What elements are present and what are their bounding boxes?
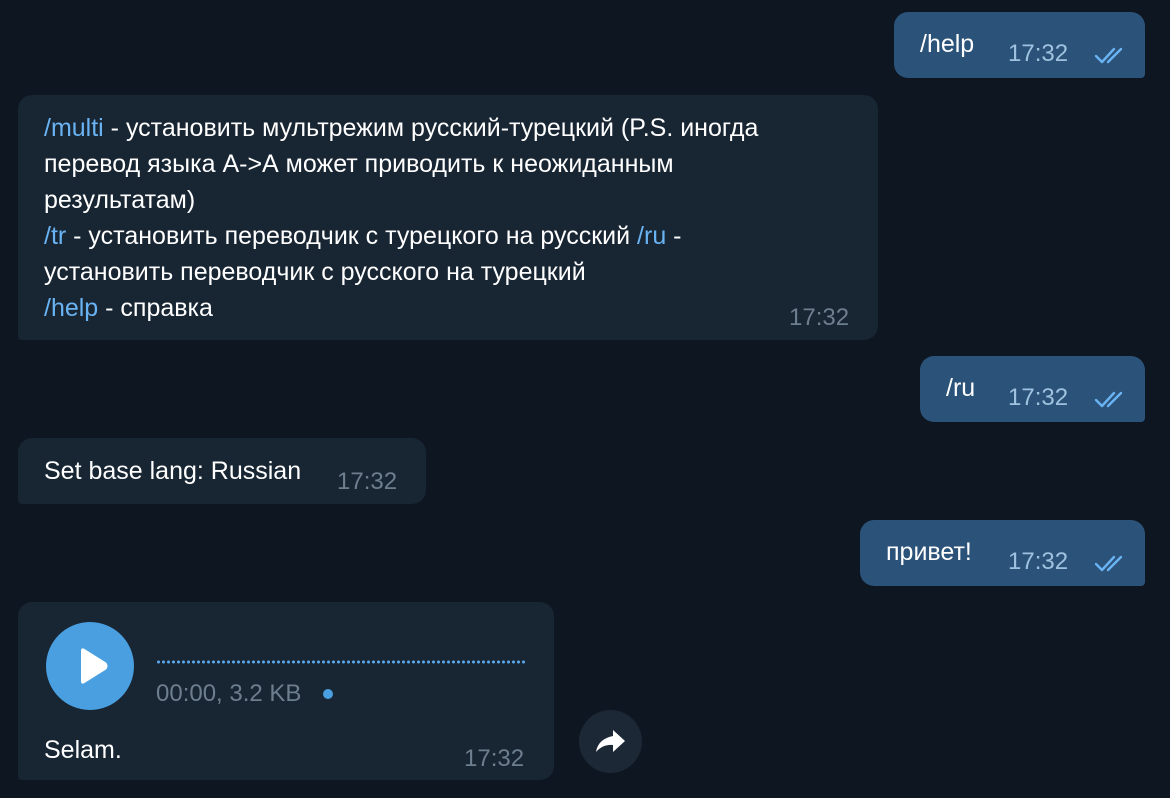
unplayed-indicator: [323, 689, 333, 699]
message-time: 17:32: [1008, 548, 1069, 575]
line-2: перевод языка А->А может приводить к нео…: [44, 150, 674, 178]
command-link-ru[interactable]: /ru: [637, 222, 666, 250]
command-link-help[interactable]: /help: [44, 294, 98, 322]
line-1-text: - установить мультрежим русский-турецкий…: [103, 114, 759, 142]
message-text: привет!: [886, 538, 972, 566]
message-incoming-set-lang[interactable]: Set base lang: Russian 17:32: [18, 438, 426, 504]
message-incoming-help-text[interactable]: /multi - установить мультрежим русский-т…: [18, 95, 878, 340]
line-4: /tr - установить переводчик с турецкого …: [44, 218, 864, 254]
line-6: /help - справка: [44, 290, 864, 326]
voice-waveform[interactable]: [156, 660, 526, 664]
line-6-text: - справка: [98, 294, 213, 322]
command-link-multi[interactable]: /multi: [44, 114, 104, 142]
double-check-icon: [1094, 391, 1123, 408]
command-link-tr[interactable]: /tr: [44, 222, 66, 250]
line-4-text: - установить переводчик с турецкого на р…: [66, 222, 638, 250]
share-button[interactable]: [579, 710, 642, 773]
message-incoming-voice[interactable]: 00:00, 3.2 KB Selam. 17:32: [18, 602, 554, 780]
message-text: Set base lang: Russian: [44, 457, 302, 485]
line-1: /multi - установить мультрежим русский-т…: [44, 110, 864, 146]
message-outgoing-help[interactable]: /help 17:32: [894, 12, 1145, 78]
share-icon: [596, 730, 625, 752]
message-text-block: /multi - установить мультрежим русский-т…: [44, 110, 864, 326]
message-time: 17:32: [789, 304, 850, 331]
line-4-end: -: [666, 222, 682, 250]
message-text: /ru: [946, 374, 976, 402]
message-text: /help: [920, 30, 975, 58]
voice-duration-size: 00:00, 3.2 KB: [156, 680, 302, 707]
message-time: 17:32: [1008, 384, 1069, 411]
message-outgoing-privet[interactable]: привет! 17:32: [860, 520, 1145, 586]
line-5: установить переводчик с русского на туре…: [44, 258, 586, 286]
play-icon: [81, 648, 108, 684]
message-time: 17:32: [337, 468, 398, 495]
message-time: 17:32: [464, 745, 525, 772]
play-button[interactable]: [46, 622, 134, 710]
double-check-icon: [1094, 555, 1123, 572]
message-outgoing-ru[interactable]: /ru 17:32: [920, 356, 1145, 422]
chat-history: /help 17:32 /multi - установить мультреж…: [0, 0, 1170, 798]
double-check-icon: [1094, 47, 1123, 64]
message-time: 17:32: [1008, 40, 1069, 67]
line-3: результатам): [44, 186, 196, 214]
voice-caption: Selam.: [44, 736, 122, 764]
